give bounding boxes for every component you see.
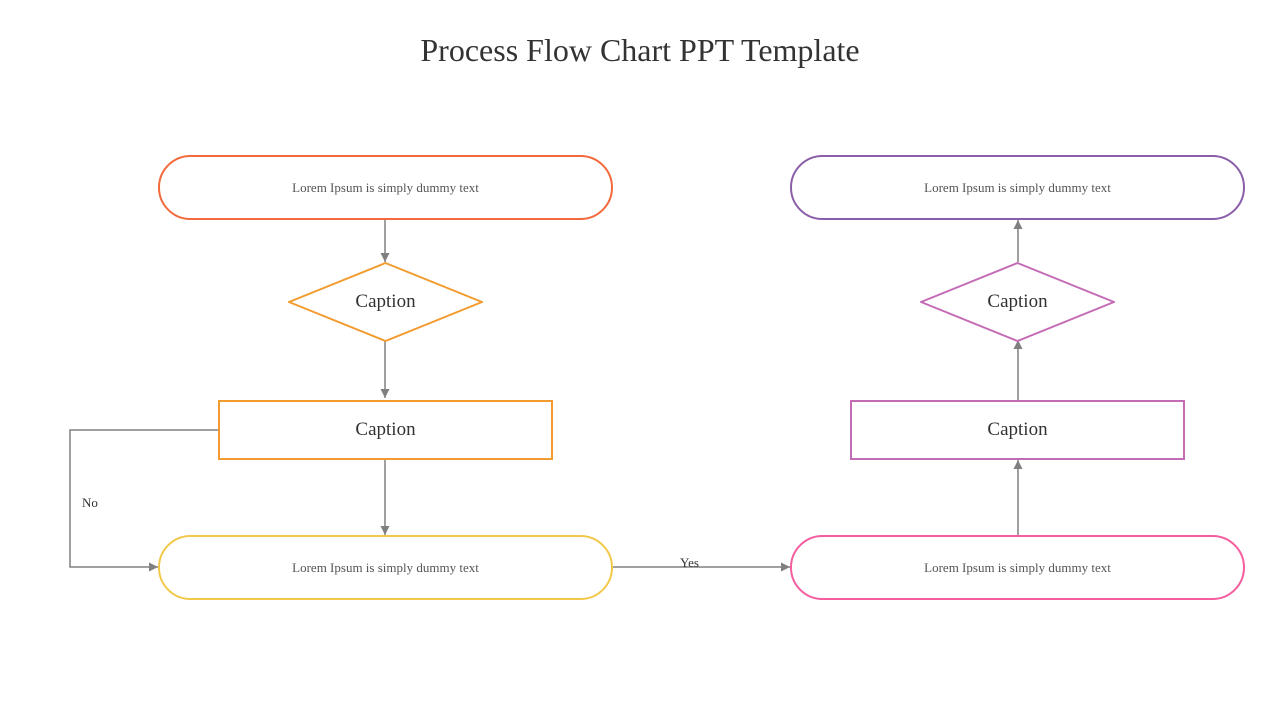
yes-label: Yes bbox=[680, 555, 699, 571]
left-process-text: Caption bbox=[355, 419, 415, 441]
right-process-text: Caption bbox=[987, 419, 1047, 441]
no-label: No bbox=[82, 495, 98, 511]
right-terminator-top: Lorem Ipsum is simply dummy text bbox=[790, 155, 1245, 220]
right-terminator-bottom: Lorem Ipsum is simply dummy text bbox=[790, 535, 1245, 600]
left-process: Caption bbox=[218, 400, 553, 460]
right-decision: Caption bbox=[920, 262, 1115, 342]
right-terminator-bottom-text: Lorem Ipsum is simply dummy text bbox=[924, 560, 1111, 576]
page-title: Process Flow Chart PPT Template bbox=[0, 32, 1280, 69]
left-terminator-top: Lorem Ipsum is simply dummy text bbox=[158, 155, 613, 220]
left-terminator-bottom-text: Lorem Ipsum is simply dummy text bbox=[292, 560, 479, 576]
right-decision-text: Caption bbox=[920, 262, 1115, 342]
right-process: Caption bbox=[850, 400, 1185, 460]
left-decision-text: Caption bbox=[288, 262, 483, 342]
left-decision: Caption bbox=[288, 262, 483, 342]
right-terminator-top-text: Lorem Ipsum is simply dummy text bbox=[924, 180, 1111, 196]
left-terminator-top-text: Lorem Ipsum is simply dummy text bbox=[292, 180, 479, 196]
flow-arrows bbox=[0, 0, 1280, 720]
left-terminator-bottom: Lorem Ipsum is simply dummy text bbox=[158, 535, 613, 600]
